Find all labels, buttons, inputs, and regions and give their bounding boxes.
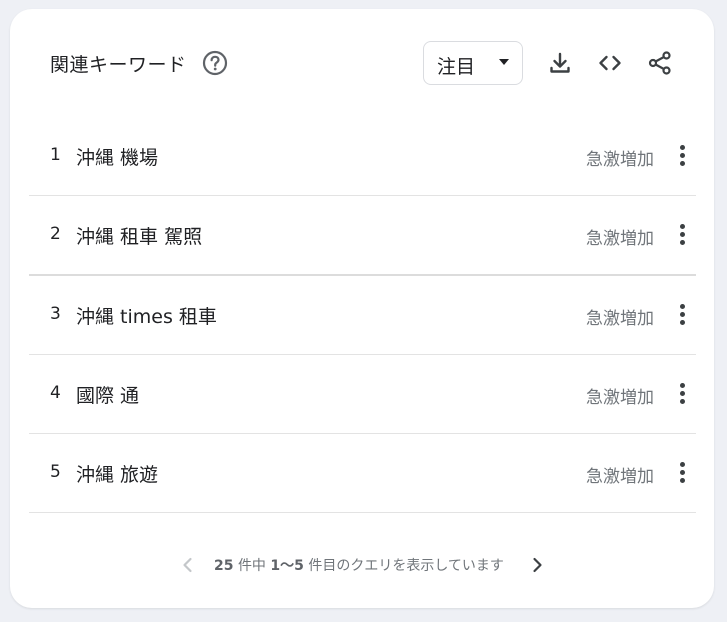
more-vert-icon[interactable] [675,223,689,247]
card-title: 関連キーワード [50,54,187,76]
more-vert-icon[interactable] [675,382,689,406]
keyword-rank: 2 [50,224,61,244]
keyword-list: 1 沖縄 機場 急激増加 2 沖縄 租車 駕照 急激増加 3 沖縄 times … [29,117,696,513]
caret-down-icon [499,59,509,65]
pagination-label-b: 件目のクエリを表示しています [308,558,504,574]
keyword-rank: 5 [50,462,61,482]
keyword-term[interactable]: 沖縄 times 租車 [76,302,217,329]
keyword-term[interactable]: 沖縄 旅遊 [76,460,158,487]
keyword-rank: 3 [50,304,61,324]
keyword-trend: 急激増加 [586,229,654,249]
share-icon[interactable] [646,49,674,77]
keyword-trend: 急激増加 [586,309,654,329]
keyword-row[interactable]: 1 沖縄 機場 急激増加 [29,117,696,196]
pagination-status: 25 件中 1〜5 件目のクエリを表示しています [214,555,504,575]
keyword-row[interactable]: 2 沖縄 租車 駕照 急激増加 [29,196,696,276]
sort-dropdown-value: 注目 [437,56,476,78]
pagination-label-a: 件中 [237,558,266,574]
chevron-left-icon[interactable] [178,555,198,575]
pagination-total: 25 [214,558,234,574]
pagination: 25 件中 1〜5 件目のクエリを表示しています [10,539,714,589]
related-keywords-card: 関連キーワード 注目 1 沖縄 機場 急激増加 2 沖縄 租車 駕照 急激増加 … [10,9,714,608]
keyword-term[interactable]: 沖縄 租車 駕照 [76,222,202,249]
help-circle-icon[interactable] [202,50,228,76]
keyword-term[interactable]: 國際 通 [76,381,139,408]
more-vert-icon[interactable] [675,461,689,485]
keyword-row[interactable]: 4 國際 通 急激増加 [29,355,696,434]
keyword-rank: 4 [50,383,61,403]
embed-code-icon[interactable] [596,49,624,77]
keyword-trend: 急激増加 [586,467,654,487]
more-vert-icon[interactable] [675,144,689,168]
keyword-rank: 1 [50,145,61,165]
card-header: 関連キーワード 注目 [10,9,714,117]
keyword-trend: 急激増加 [586,388,654,408]
download-icon[interactable] [546,49,574,77]
pagination-range: 1〜5 [270,558,304,574]
more-vert-icon[interactable] [675,303,689,327]
keyword-term[interactable]: 沖縄 機場 [76,143,158,170]
keyword-row[interactable]: 3 沖縄 times 租車 急激増加 [29,276,696,355]
sort-dropdown[interactable]: 注目 [423,41,523,85]
chevron-right-icon[interactable] [527,555,547,575]
keyword-row[interactable]: 5 沖縄 旅遊 急激増加 [29,434,696,513]
keyword-trend: 急激増加 [586,150,654,170]
